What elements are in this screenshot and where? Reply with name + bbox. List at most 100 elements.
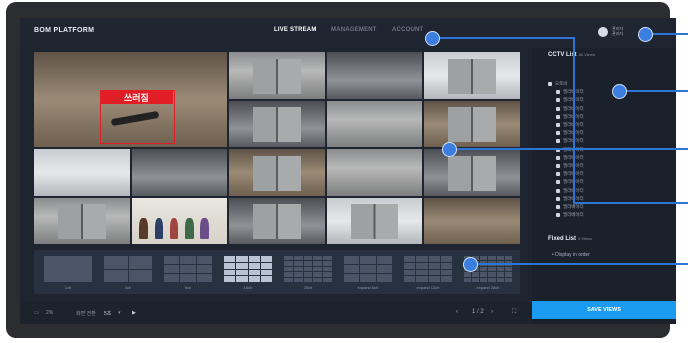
layout-cell [303,277,313,282]
user-info[interactable]: 관리자 관리자 [612,26,623,36]
cctv-tile[interactable] [424,52,520,99]
checkbox-icon[interactable] [556,196,560,201]
checkbox-icon[interactable] [556,204,560,209]
tree-item[interactable]: 엘리베이터 [556,105,584,113]
cctv-tile[interactable] [34,149,130,196]
checkbox-icon[interactable] [556,114,560,119]
screen-count: 2% [46,310,54,316]
tree-item[interactable]: 엘리베이터 [556,121,584,129]
layout-cell [236,256,248,262]
layout-cell [303,261,313,266]
layout-cell [404,276,416,282]
avatar[interactable] [598,27,608,37]
checkbox-icon[interactable] [556,180,560,185]
rotation-select[interactable]: 5초 [104,310,111,317]
layout-cell [260,276,272,282]
layout-cell [260,269,272,276]
tree-item[interactable]: 엘리베이터 [556,129,584,137]
layout-cell [376,256,392,264]
layout-cell [404,256,416,262]
layout-cell [180,274,196,282]
layout-cell [284,261,293,266]
next-page-icon[interactable]: › [491,309,493,315]
layout-cell [164,265,180,273]
tree-item[interactable]: 엘리베이터 [556,154,584,162]
layout-option[interactable]: 1ch [44,256,92,290]
layout-cell [323,261,332,266]
layout-option[interactable]: expand 6ch [344,256,392,290]
checkbox-icon[interactable] [556,163,560,168]
cctv-tile[interactable] [424,149,520,196]
cctv-tile[interactable] [34,197,130,244]
checkbox-icon[interactable] [556,98,560,103]
checkbox-icon[interactable] [556,213,560,218]
cctv-tile[interactable] [424,197,520,244]
layout-cell [313,277,323,282]
layout-grid-icon [164,256,212,282]
tree-item[interactable]: 엘리베이터 [556,203,584,211]
layout-cell [303,272,313,277]
layout-cell [293,261,303,266]
cctv-tile[interactable] [326,100,423,147]
cctv-tile[interactable] [424,100,520,147]
save-views-button[interactable]: SAVE VIEWS [532,301,676,319]
layout-cell [344,265,360,273]
checkbox-icon[interactable] [556,106,560,111]
callout-line [650,33,688,35]
layout-cell [360,256,376,264]
chevron-down-icon[interactable]: ▾ [118,310,121,316]
cctv-tile[interactable] [326,197,423,244]
layout-label: expand 6ch [357,285,379,290]
tab-live-stream[interactable]: LIVE STREAM [274,27,317,33]
checkbox-icon[interactable] [556,139,560,144]
person-figure [200,218,209,240]
tree-item[interactable]: 엘리베이터 [556,88,584,96]
tab-management[interactable]: MANAGEMENT [331,27,377,33]
cctv-tile[interactable] [229,149,325,196]
cctv-tile-alert[interactable]: 쓰러짐 [34,52,228,147]
layout-option[interactable]: 9ch [164,256,212,290]
layout-cell [504,266,512,272]
cctv-tile-people[interactable] [131,197,228,244]
layout-grid-icon [104,256,152,282]
tree-item[interactable]: 엘리베이터 [556,96,584,104]
tab-account[interactable]: ACCOUNT [392,27,423,33]
layout-option[interactable]: 16ch [224,256,272,290]
checkbox-icon[interactable] [556,131,560,136]
cctv-tile[interactable] [229,52,325,99]
cctv-tile[interactable] [326,52,423,99]
layout-option[interactable]: expand 12ch [404,256,452,290]
cctv-tile[interactable] [229,197,325,244]
tree-item[interactable]: 엘리베이터 [556,186,584,194]
checkbox-icon[interactable] [556,188,560,193]
tree-item[interactable]: 엘리베이터 [556,113,584,121]
cctv-tile[interactable] [131,149,228,196]
tree-item[interactable]: 엘리베이터 [556,162,584,170]
checkbox-icon[interactable] [548,82,552,87]
play-icon[interactable]: ▶ [132,310,136,316]
layout-option[interactable]: 4ch [104,256,152,290]
prev-page-icon[interactable]: ‹ [456,309,458,315]
checkbox-icon[interactable] [556,155,560,160]
layout-option[interactable]: 25ch [284,256,332,290]
checkbox-icon[interactable] [556,123,560,128]
cctv-tile[interactable] [229,100,325,147]
fixed-list-item[interactable]: • Display in order [552,252,590,258]
person-figure [169,218,179,240]
layout-cell [180,265,196,273]
layout-cell [104,256,128,269]
tree-item[interactable]: 엘리베이터 [556,137,584,145]
checkbox-icon[interactable] [556,172,560,177]
layout-cell [440,256,452,262]
tree-root[interactable]: 오토비 [548,80,584,88]
layout-cell [376,274,392,282]
layout-cell [196,274,212,282]
layout-cell [404,269,416,276]
fullscreen-icon[interactable]: ⛶ [512,309,516,316]
tree-item[interactable]: 엘리베이터 [556,178,584,186]
cctv-tile[interactable] [326,149,423,196]
tree-item[interactable]: 엘리베이터 [556,211,584,219]
layout-cell [164,274,180,282]
checkbox-icon[interactable] [556,90,560,95]
tree-item[interactable]: 엘리베이터 [556,170,584,178]
